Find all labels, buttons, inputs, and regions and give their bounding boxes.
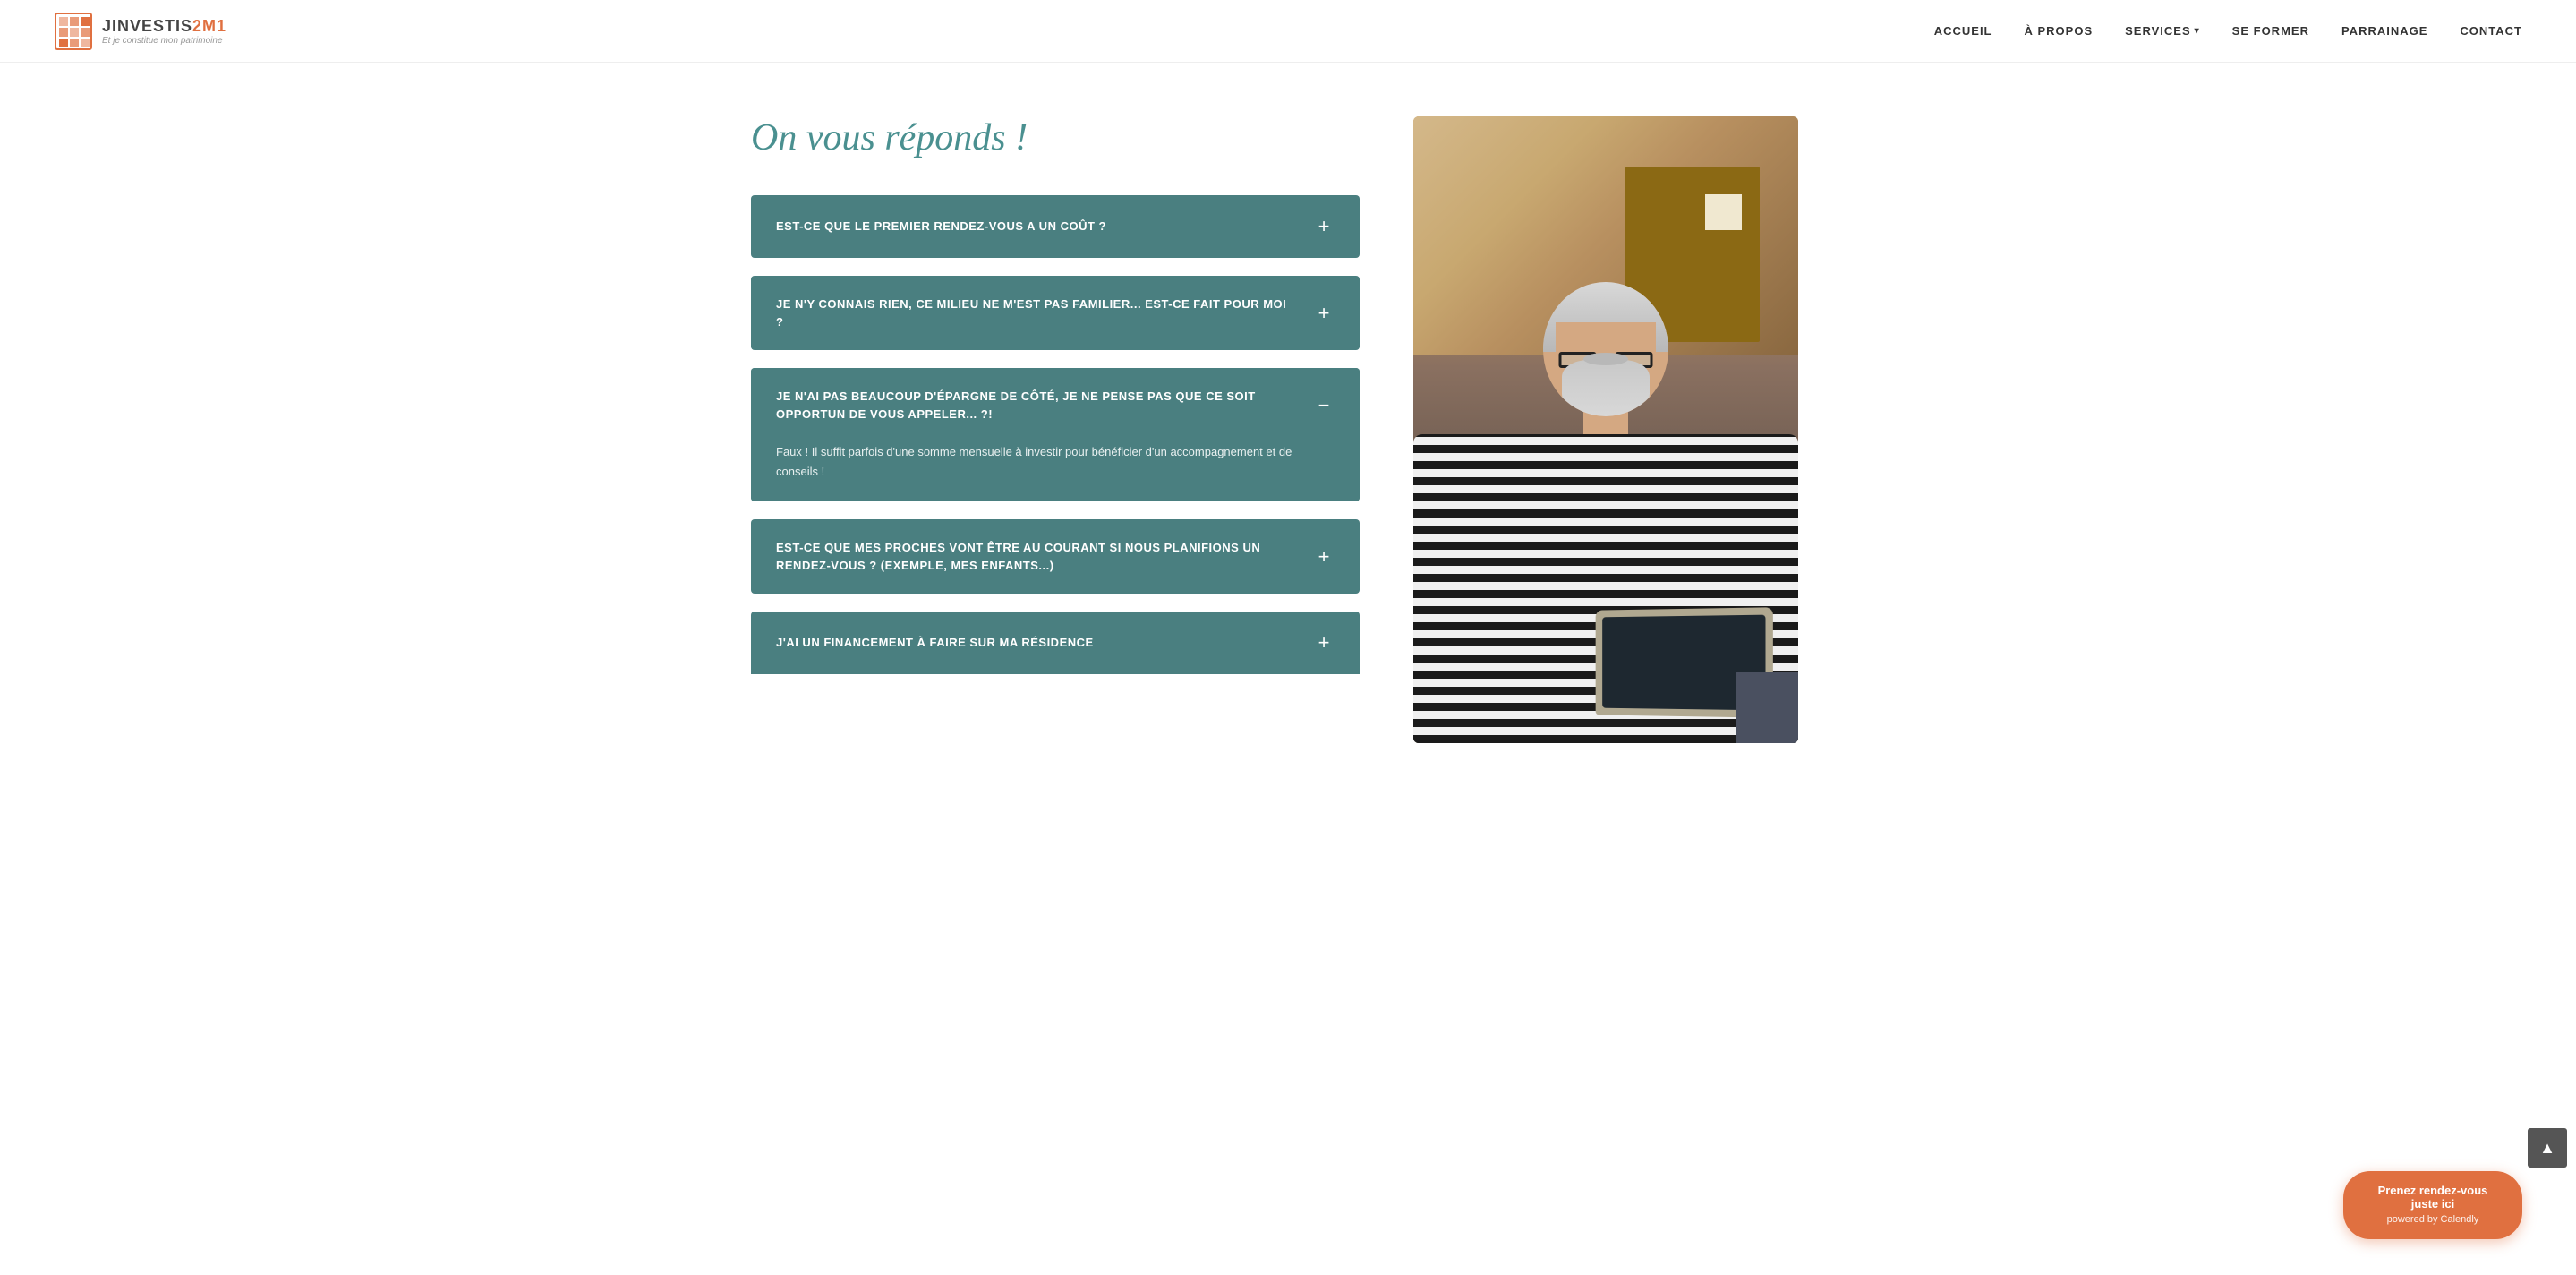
beard xyxy=(1562,360,1650,416)
faq-toggle-4: + xyxy=(1313,545,1335,569)
faq-header-3[interactable]: JE N'AI PAS BEAUCOUP D'ÉPARGNE DE CÔTÉ, … xyxy=(751,368,1360,442)
logo[interactable]: JINVESTIS2M1 Et je constitue mon patrimo… xyxy=(54,12,226,51)
site-header: JINVESTIS2M1 Et je constitue mon patrimo… xyxy=(0,0,2576,63)
person-image xyxy=(1413,116,1798,743)
scroll-top-icon: ▲ xyxy=(2539,1139,2555,1158)
nav-accueil[interactable]: ACCUEIL xyxy=(1934,24,1992,38)
faq-toggle-2: + xyxy=(1313,302,1335,325)
logo-text: JINVESTIS2M1 Et je constitue mon patrimo… xyxy=(102,17,226,46)
head xyxy=(1543,282,1668,416)
faq-toggle-3: − xyxy=(1313,394,1335,417)
main-nav: ACCUEIL À PROPOS SERVICES ▾ SE FORMER PA… xyxy=(1934,24,2522,38)
person-image-container xyxy=(1413,116,1798,743)
faq-question-1: EST-CE QUE LE PREMIER RENDEZ-VOUS A UN C… xyxy=(776,218,1313,235)
faq-question-2: JE N'Y CONNAIS RIEN, CE MILIEU NE M'EST … xyxy=(776,295,1313,330)
services-chevron-icon: ▾ xyxy=(2195,26,2200,36)
calendly-sub-label: powered by Calendly xyxy=(2387,1214,2479,1225)
faq-title: On vous réponds ! xyxy=(751,116,1360,159)
nav-se-former[interactable]: SE FORMER xyxy=(2232,24,2309,38)
faq-toggle-5: + xyxy=(1313,631,1335,655)
faq-header-4[interactable]: EST-CE QUE MES PROCHES VONT ÊTRE AU COUR… xyxy=(751,519,1360,594)
logo-main-text: JINVESTIS2M1 xyxy=(102,17,226,36)
faq-header-2[interactable]: JE N'Y CONNAIS RIEN, CE MILIEU NE M'EST … xyxy=(751,276,1360,350)
faq-answer-3: Faux ! Il suffit parfois d'une somme men… xyxy=(776,442,1335,482)
image-column xyxy=(1413,116,1798,743)
nav-a-propos[interactable]: À PROPOS xyxy=(2025,24,2094,38)
logo-icon xyxy=(54,12,93,51)
calendly-cta-button[interactable]: Prenez rendez-vous juste ici powered by … xyxy=(2343,1171,2522,1239)
nav-parrainage[interactable]: PARRAINAGE xyxy=(2341,24,2427,38)
logo-subtitle: Et je constitue mon patrimoine xyxy=(102,36,226,46)
sofa-arm xyxy=(1736,672,1798,743)
main-content: On vous réponds ! EST-CE QUE LE PREMIER … xyxy=(644,63,1932,797)
faq-toggle-1: + xyxy=(1313,215,1335,238)
calendly-main-label: Prenez rendez-vous juste ici xyxy=(2365,1184,2501,1211)
faq-item-2: JE N'Y CONNAIS RIEN, CE MILIEU NE M'EST … xyxy=(751,276,1360,350)
faq-item-1: EST-CE QUE LE PREMIER RENDEZ-VOUS A UN C… xyxy=(751,195,1360,258)
faq-question-3: JE N'AI PAS BEAUCOUP D'ÉPARGNE DE CÔTÉ, … xyxy=(776,388,1313,423)
nav-contact[interactable]: CONTACT xyxy=(2460,24,2522,38)
mustache xyxy=(1583,353,1628,365)
cabinet-shelf xyxy=(1703,193,1744,231)
faq-item-5: J'AI UN FINANCEMENT À FAIRE SUR MA RÉSID… xyxy=(751,612,1360,674)
faq-header-5[interactable]: J'AI UN FINANCEMENT À FAIRE SUR MA RÉSID… xyxy=(751,612,1360,674)
scroll-to-top-button[interactable]: ▲ xyxy=(2528,1128,2567,1168)
faq-question-5: J'AI UN FINANCEMENT À FAIRE SUR MA RÉSID… xyxy=(776,634,1313,652)
faq-question-4: EST-CE QUE MES PROCHES VONT ÊTRE AU COUR… xyxy=(776,539,1313,574)
faq-item-3: JE N'AI PAS BEAUCOUP D'ÉPARGNE DE CÔTÉ, … xyxy=(751,368,1360,501)
faq-body-3: Faux ! Il suffit parfois d'une somme men… xyxy=(751,442,1360,501)
nav-services[interactable]: SERVICES ▾ xyxy=(2125,24,2200,38)
faq-header-1[interactable]: EST-CE QUE LE PREMIER RENDEZ-VOUS A UN C… xyxy=(751,195,1360,258)
faq-item-4: EST-CE QUE MES PROCHES VONT ÊTRE AU COUR… xyxy=(751,519,1360,594)
faq-section: On vous réponds ! EST-CE QUE LE PREMIER … xyxy=(751,116,1360,743)
